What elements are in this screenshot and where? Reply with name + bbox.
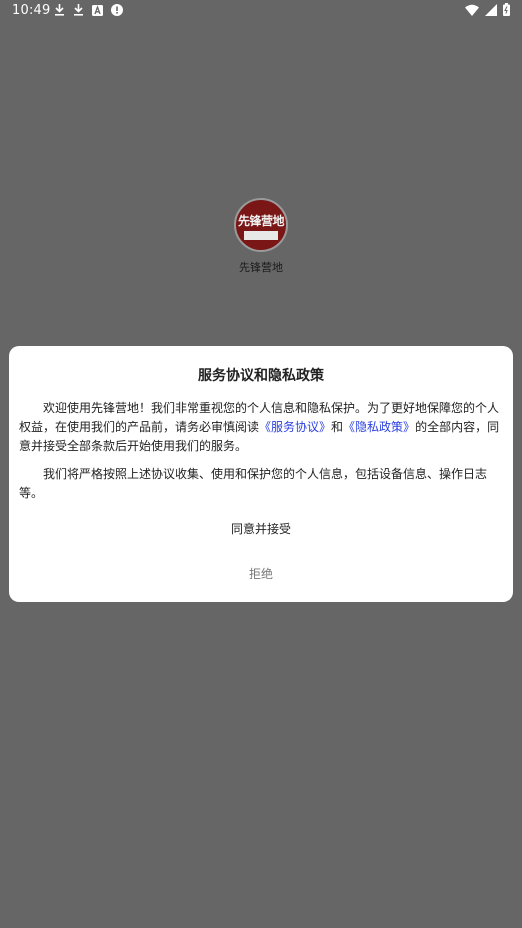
font-icon <box>92 4 103 16</box>
and-text: 和 <box>331 420 344 434</box>
status-time: 10:49 <box>12 3 51 18</box>
system-icons <box>465 3 510 16</box>
signal-icon <box>485 3 497 16</box>
agree-button[interactable]: 同意并接受 <box>9 520 513 537</box>
privacy-policy-link[interactable]: 《隐私政策》 <box>343 420 415 434</box>
dialog-title: 服务协议和隐私政策 <box>198 368 324 384</box>
app-logo: 先锋营地 <box>234 198 288 252</box>
download-icon <box>73 4 84 16</box>
wifi-icon <box>465 4 479 16</box>
battery-icon <box>503 3 510 16</box>
alert-icon <box>111 4 123 16</box>
info-collection-paragraph: 我们将严格按照上述协议收集、使用和保护您的个人信息，包括设备信息、操作日志等。 <box>19 467 488 500</box>
download-icon <box>54 4 65 16</box>
agreement-paragraph: 欢迎使用先锋营地！我们非常重视您的个人信息和隐私保护。为了更好地保障您的个人权益… <box>19 399 505 456</box>
logo-band <box>244 231 278 240</box>
agreement-dialog: 服务协议和隐私政策 欢迎使用先锋营地！我们非常重视您的个人信息和隐私保护。为了更… <box>9 346 513 602</box>
service-agreement-link[interactable]: 《服务协议》 <box>259 420 331 434</box>
status-bar: 10:49 <box>0 0 522 22</box>
notification-icons <box>54 4 123 16</box>
reject-button[interactable]: 拒绝 <box>9 565 513 582</box>
logo-text: 先锋营地 <box>237 214 285 228</box>
app-name: 先锋营地 <box>239 261 283 274</box>
